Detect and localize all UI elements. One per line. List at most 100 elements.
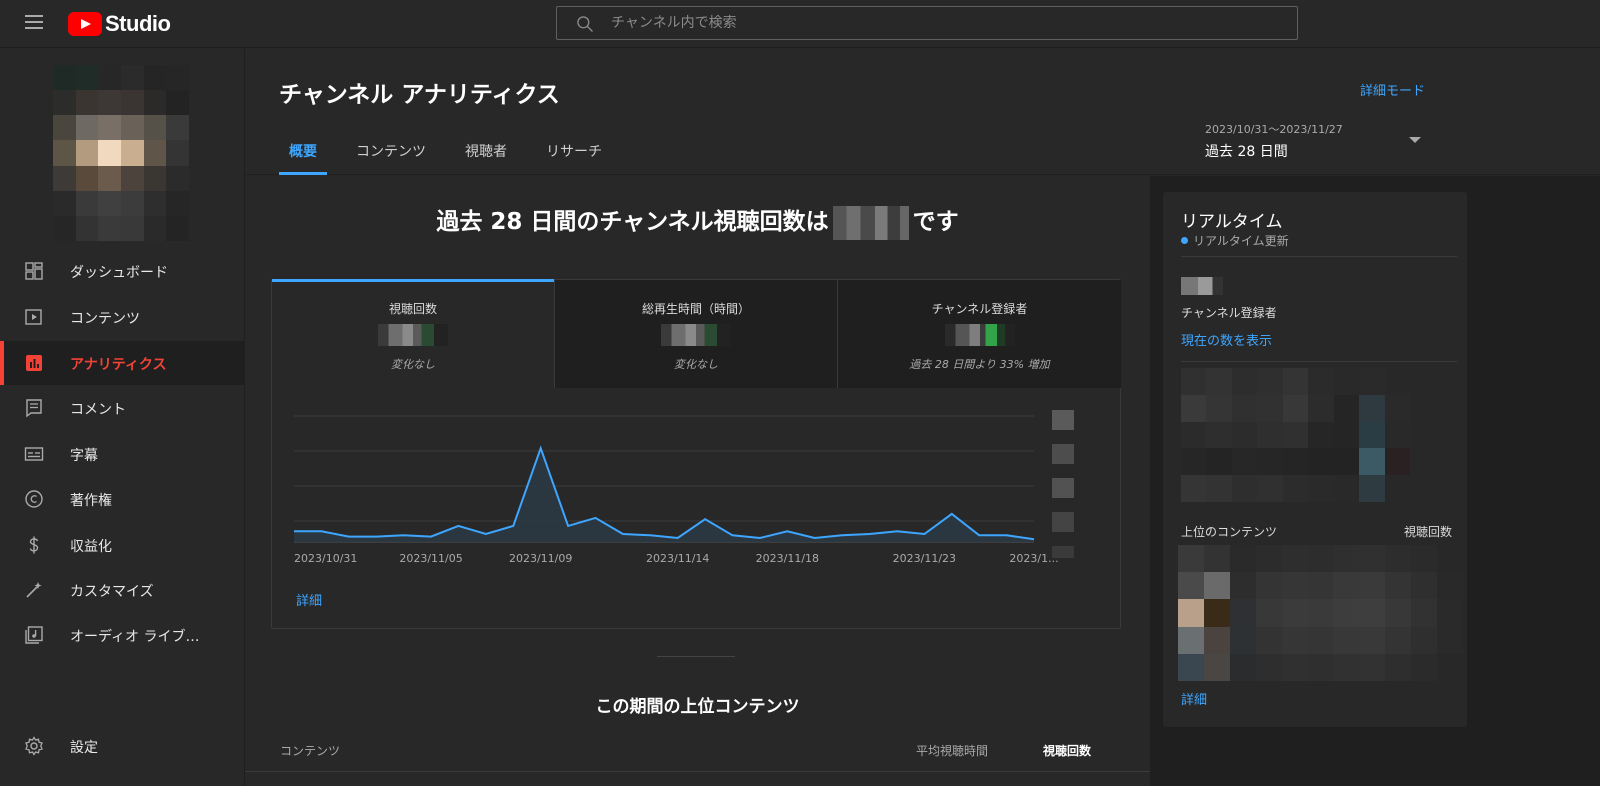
tab-audience[interactable]: 視聴者 [455, 141, 517, 175]
sidebar-item-content[interactable]: コンテンツ [0, 295, 245, 339]
graph-pixel [1308, 421, 1334, 449]
metric-tab-views[interactable]: 視聴回数 変化なし [272, 279, 555, 388]
graph-pixel [1282, 448, 1309, 476]
studio-logo[interactable]: Studio [68, 11, 171, 37]
blurred-y-axis-label [1052, 444, 1074, 464]
avatar-pixel [166, 215, 189, 241]
graph-pixel [1359, 475, 1385, 502]
column-header-views[interactable]: 視聴回数 [1043, 742, 1091, 759]
metric-change: 変化なし [391, 358, 435, 371]
search-input[interactable] [611, 11, 1271, 35]
sidebar-item-settings[interactable]: 設定 [0, 724, 245, 768]
graph-pixel [1257, 394, 1283, 422]
column-header-content: コンテンツ [280, 744, 341, 758]
views-line-chart: 2023/10/31 2023/11/05 2023/11/09 2023/11/14… [293, 410, 1074, 565]
sidebar-item-comments[interactable]: コメント [0, 386, 245, 430]
top-content-pixel [1255, 599, 1282, 627]
top-content-pixel [1385, 653, 1412, 681]
top-content-pixel [1385, 626, 1412, 654]
metric-tab-subscribers[interactable]: チャンネル登録者 過去 28 日間より 33% 増加 [838, 280, 1121, 388]
graph-pixel [1181, 448, 1207, 476]
graph-pixel [1257, 368, 1283, 395]
sidebar-item-subtitles[interactable]: 字幕 [0, 432, 245, 476]
graph-pixel [1282, 475, 1309, 502]
graph-pixel [1206, 448, 1232, 476]
graph-pixel [1231, 394, 1258, 422]
graph-pixel [1410, 394, 1436, 422]
sidebar-item-customize[interactable]: カスタマイズ [0, 568, 245, 612]
show-current-count-link[interactable]: 現在の数を表示 [1181, 330, 1272, 349]
top-content-pixel [1359, 653, 1386, 681]
avatar-pixel [98, 65, 121, 91]
date-range-selector[interactable]: 2023/10/31〜2023/11/27 過去 28 日間 [1205, 121, 1425, 160]
sidebar-item-dashboard[interactable]: ダッシュボード [0, 249, 245, 293]
tab-research[interactable]: リサーチ [536, 141, 612, 175]
sidebar-item-monetization[interactable]: 収益化 [0, 523, 245, 567]
menu-icon[interactable] [25, 15, 43, 29]
avatar-pixel [166, 165, 189, 191]
search-box[interactable] [556, 6, 1298, 40]
top-content-pixel [1411, 545, 1438, 573]
chart-x-tick-label: 2023/11/05 [399, 552, 462, 565]
section-divider [657, 656, 735, 657]
blurred-top-content-list[interactable] [1178, 545, 1463, 681]
views-headline: 過去 28 日間のチャンネル視聴回数は です [245, 202, 1150, 240]
metric-label: チャンネル登録者 [931, 302, 1028, 316]
top-content-pixel [1307, 545, 1334, 573]
top-content-pixel [1229, 626, 1256, 654]
top-content-pixel [1178, 653, 1204, 681]
top-content-pixel [1255, 626, 1282, 654]
chart-x-tick-label: 2023/10/31 [294, 552, 357, 565]
metric-tab-watch-time[interactable]: 総再生時間（時間） 変化なし [555, 280, 838, 388]
sidebar-item-label: 収益化 [70, 539, 112, 555]
realtime-subscribers-label: チャンネル登録者 [1181, 306, 1277, 320]
realtime-detail-link[interactable]: 詳細 [1181, 689, 1207, 708]
blurred-metric-value [378, 324, 448, 346]
top-content-pixel [1411, 626, 1438, 654]
avatar-pixel [143, 65, 167, 91]
avatar-pixel [166, 140, 189, 166]
logo-text: Studio [105, 11, 171, 36]
top-content-pixel [1178, 545, 1204, 573]
avatar-pixel [53, 140, 76, 166]
graph-pixel [1206, 475, 1232, 502]
graph-pixel [1181, 475, 1207, 502]
monetization-icon [29, 536, 39, 554]
graph-pixel [1333, 448, 1360, 476]
advanced-mode-link[interactable]: 詳細モード [1360, 80, 1425, 99]
realtime-views-label: 視聴回数 [1403, 525, 1452, 539]
top-content-pixel [1333, 599, 1360, 627]
top-content-pixel [1281, 653, 1308, 681]
graph-pixel [1206, 421, 1232, 449]
chart-detail-link[interactable]: 詳細 [296, 590, 322, 609]
top-content-pixel [1229, 545, 1256, 573]
realtime-subtitle: リアルタイム更新 [1181, 232, 1289, 249]
graph-pixel [1206, 394, 1232, 422]
tab-content[interactable]: コンテンツ [346, 141, 436, 175]
page-title: チャンネル アナリティクス [279, 82, 560, 108]
top-content-pixel [1203, 545, 1230, 573]
sidebar-item-analytics[interactable]: アナリティクス [0, 341, 245, 385]
sidebar-item-audio-library[interactable]: オーディオ ライブ… [0, 613, 245, 657]
graph-pixel [1410, 368, 1436, 395]
top-content-pixel [1307, 572, 1334, 600]
sidebar-item-label: ダッシュボード [70, 265, 168, 281]
avatar-pixel [120, 65, 144, 91]
graph-pixel [1435, 475, 1461, 502]
graph-pixel [1410, 448, 1436, 476]
avatar-pixel [120, 165, 144, 191]
blurred-y-axis-label [1052, 512, 1074, 532]
top-bar: Studio [0, 0, 1600, 48]
column-header-avg-view-duration[interactable]: 平均視聴時間 [916, 742, 988, 759]
avatar-pixel [53, 115, 76, 141]
metric-label: 総再生時間（時間） [641, 302, 750, 316]
top-content-pixel [1411, 599, 1438, 627]
top-content-pixel [1437, 626, 1463, 654]
channel-avatar[interactable] [53, 65, 189, 241]
sidebar-item-label: コメント [70, 402, 126, 418]
avatar-pixel [75, 115, 99, 141]
realtime-top-content-label: 上位のコンテンツ [1181, 525, 1278, 539]
sidebar-item-copyright[interactable]: 著作権 [0, 477, 245, 521]
tab-overview[interactable]: 概要 [279, 141, 327, 175]
avatar-pixel [53, 215, 76, 241]
